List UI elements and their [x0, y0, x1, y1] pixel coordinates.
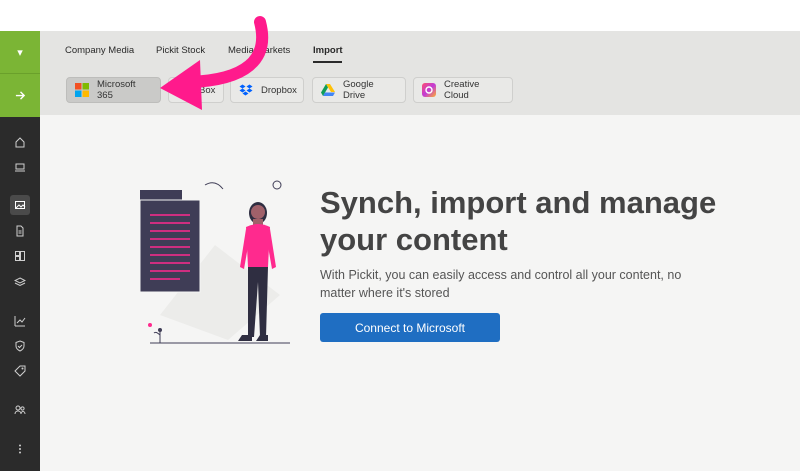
- creative-cloud-logo-icon: [422, 83, 436, 97]
- box-logo-icon: [177, 83, 191, 97]
- page-headline: Synch, import and manage your content: [320, 185, 717, 257]
- page-description: With Pickit, you can easily access and c…: [320, 268, 682, 300]
- source-label: Google Drive: [343, 79, 374, 101]
- flower-dot: [148, 323, 152, 327]
- plant-sprout: [153, 331, 161, 343]
- users-icon[interactable]: [10, 400, 30, 420]
- more-options-icon[interactable]: [10, 439, 30, 459]
- document-icon[interactable]: [10, 221, 30, 241]
- rail-top-actions: ▾: [0, 31, 40, 117]
- source-label: Dropbox: [261, 84, 297, 96]
- image-icon[interactable]: [10, 195, 30, 215]
- tab-company-media[interactable]: Company Media: [65, 45, 134, 56]
- plant-bud: [158, 328, 162, 332]
- source-dropbox-button[interactable]: Dropbox: [230, 77, 304, 103]
- active-tab-indicator: [313, 61, 342, 63]
- tab-pickit-stock[interactable]: Pickit Stock: [156, 45, 205, 56]
- source-label: Microsoft 365: [97, 79, 136, 101]
- arrow-right-icon[interactable]: [0, 74, 40, 117]
- tab-import[interactable]: Import: [313, 45, 343, 56]
- analytics-icon[interactable]: [10, 311, 30, 331]
- microsoft-logo-icon: [75, 83, 89, 97]
- source-box-button[interactable]: Box: [168, 77, 224, 103]
- import-main-panel: Synch, import and manage your content Wi…: [40, 115, 800, 471]
- source-label: Box: [199, 84, 216, 96]
- source-google-drive-button[interactable]: Google Drive: [312, 77, 406, 103]
- front-document-shape: [140, 199, 201, 293]
- connect-to-microsoft-button[interactable]: Connect to Microsoft: [320, 313, 500, 342]
- sync-arrow-icon: [204, 182, 224, 190]
- home-icon[interactable]: [10, 132, 30, 152]
- laptop-icon[interactable]: [10, 157, 30, 177]
- source-microsoft-365-button[interactable]: Microsoft 365: [66, 77, 161, 103]
- decorative-circle: [272, 180, 282, 190]
- left-rail: ▾: [0, 31, 40, 471]
- layers-icon[interactable]: [10, 272, 30, 292]
- source-creative-cloud-button[interactable]: Creative Cloud: [413, 77, 513, 103]
- dropbox-logo-icon: [239, 83, 253, 97]
- tag-icon[interactable]: [10, 361, 30, 381]
- top-header: Company Media Pickit Stock Media Markets…: [40, 31, 800, 115]
- import-illustration: [140, 180, 290, 344]
- google-drive-logo-icon: [321, 83, 335, 97]
- tab-media-markets[interactable]: Media Markets: [228, 45, 290, 56]
- templates-icon[interactable]: [10, 246, 30, 266]
- source-label: Creative Cloud: [444, 79, 480, 101]
- chevron-down-icon[interactable]: ▾: [0, 31, 40, 74]
- shield-icon[interactable]: [10, 336, 30, 356]
